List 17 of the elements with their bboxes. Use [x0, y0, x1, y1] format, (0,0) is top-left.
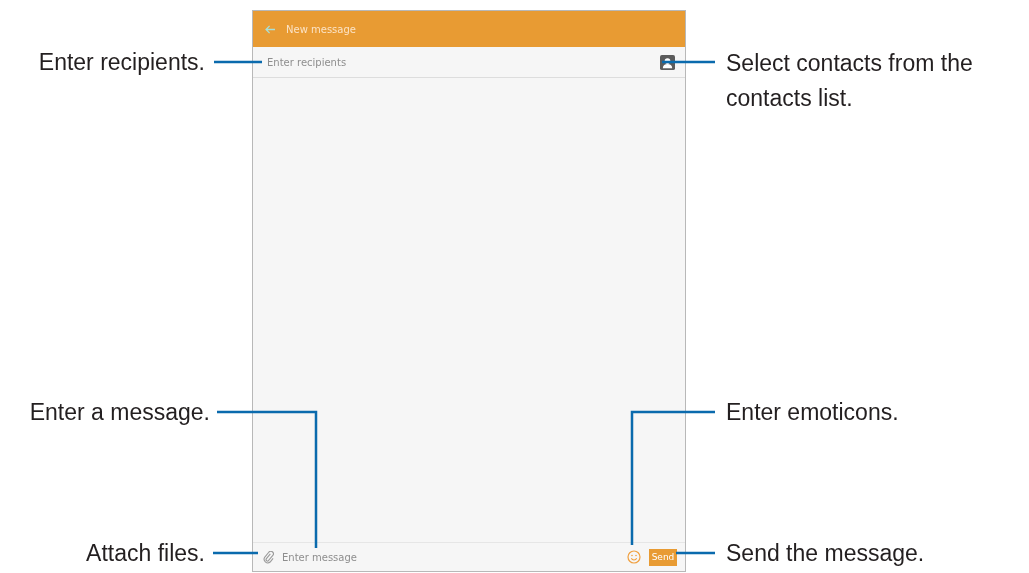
recipients-field[interactable]: Enter recipients [267, 56, 660, 68]
send-button[interactable]: Send [649, 548, 677, 566]
back-arrow-icon[interactable] [265, 24, 276, 34]
message-field[interactable]: Enter message [282, 551, 619, 563]
callout-label: Select contacts from the contacts list. [726, 49, 974, 113]
leader-line [676, 551, 715, 555]
callout-label: Enter a message. [29, 398, 210, 427]
callout-label: Enter recipients. [38, 48, 205, 77]
leader-line [662, 60, 715, 64]
leader-line [213, 551, 258, 555]
leader-line [214, 60, 262, 64]
callout-label: Enter emoticons. [726, 398, 899, 427]
smiley-icon[interactable] [627, 550, 641, 564]
screen-title: New message [286, 23, 356, 35]
paperclip-icon[interactable] [263, 550, 274, 564]
callout-label: Send the message. [726, 539, 925, 568]
callout-label: Attach files. [86, 539, 205, 568]
